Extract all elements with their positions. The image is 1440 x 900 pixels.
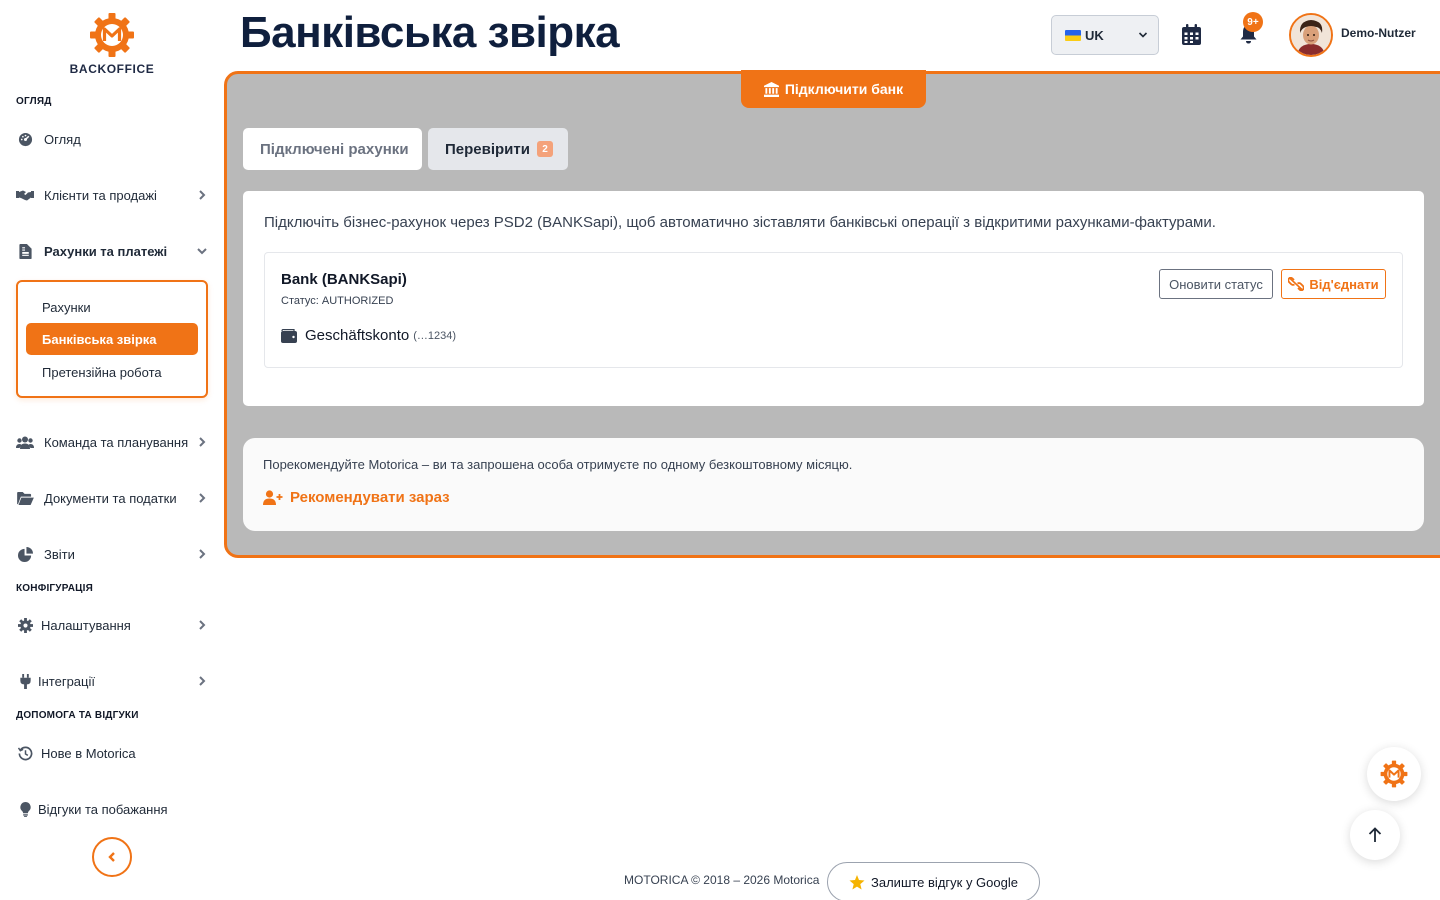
motorica-logo-icon [1380, 760, 1408, 788]
wallet-icon [281, 328, 297, 343]
notifications-badge: 9+ [1243, 12, 1263, 32]
chevron-right-icon [196, 436, 208, 448]
sidebar-item-clients-sales[interactable]: Клієнти та продажі [16, 181, 208, 209]
referral-link-label: Рекомендувати зараз [290, 489, 450, 506]
sidebar-item-label: Документи та податки [44, 490, 177, 506]
bank-connection-box: Bank (BANKSapi) Статус: AUTHORIZED Gesch… [264, 252, 1403, 368]
motorica-logo-icon [90, 13, 134, 57]
lightbulb-icon [16, 800, 34, 818]
sidebar-item-label: Інтеграції [38, 673, 95, 689]
connect-bank-button[interactable]: Підключити банк [741, 70, 926, 108]
history-icon [16, 744, 34, 762]
connection-description: Підключіть бізнес-рахунок через PSD2 (BA… [264, 214, 1216, 231]
chart-pie-icon [16, 545, 34, 563]
sidebar-item-label: Клієнти та продажі [44, 187, 157, 203]
chevron-right-icon [196, 189, 208, 201]
review-count-badge: 2 [536, 141, 553, 157]
brand-name: BACKOFFICE [69, 62, 155, 76]
user-avatar-icon [1291, 15, 1331, 55]
connection-card: Підключіть бізнес-рахунок через PSD2 (BA… [243, 191, 1424, 406]
refresh-status-button[interactable]: Оновити статус [1159, 269, 1273, 299]
sidebar-item-overview[interactable]: Огляд [16, 125, 208, 153]
gear-icon [16, 616, 34, 634]
scroll-to-top-button[interactable] [1350, 810, 1400, 860]
sidebar-item-label: Нове в Motorica [41, 745, 136, 761]
chevron-down-icon [1138, 32, 1148, 38]
referral-card: Порекомендуйте Motorica – ви та запрошен… [243, 438, 1424, 531]
sidebar-item-label: Огляд [44, 131, 81, 147]
tab-review[interactable]: Перевірити 2 [428, 128, 568, 170]
referral-link[interactable]: Рекомендувати зараз [263, 489, 450, 506]
user-name[interactable]: Demo-Nutzer [1341, 26, 1416, 40]
google-review-button[interactable]: Залиште відгук у Google [827, 862, 1040, 900]
bank-account-row: Geschäftskonto (…1234) [281, 327, 456, 344]
calendar-button[interactable] [1179, 22, 1203, 46]
sidebar-item-documents-taxes[interactable]: Документи та податки [16, 484, 208, 512]
user-plus-icon [263, 490, 283, 505]
tab-label: Підключені рахунки [260, 140, 409, 158]
handshake-icon [16, 186, 34, 204]
sidebar-item-label: Рахунки та платежі [44, 243, 168, 259]
folder-open-icon [16, 489, 34, 507]
page-title: Банківська звірка [240, 8, 620, 57]
invoice-icon [16, 242, 34, 260]
chevron-right-icon [196, 675, 208, 687]
sidebar-collapse-button[interactable] [92, 837, 132, 877]
unlink-icon [1288, 277, 1305, 291]
sidebar-item-whats-new[interactable]: Нове в Motorica [16, 739, 208, 767]
gauge-icon [16, 130, 34, 148]
google-review-label: Залиште відгук у Google [871, 874, 1018, 890]
submenu-item-invoices[interactable]: Рахунки [26, 291, 198, 323]
sidebar-item-label: Відгуки та побажання [38, 801, 168, 817]
connect-bank-label: Підключити банк [784, 81, 904, 97]
users-icon [16, 433, 34, 451]
section-title-help-feedback: ДОПОМОГА ТА ВІДГУКИ [16, 710, 139, 721]
sidebar-item-label: Команда та планування [44, 434, 189, 450]
sidebar-item-integrations[interactable]: Інтеграції [16, 667, 208, 695]
sidebar: BACKOFFICE ОГЛЯД Огляд Клієнти та продаж… [0, 0, 224, 900]
language-value: UK [1085, 27, 1104, 43]
star-icon [849, 874, 865, 889]
chevron-down-icon [196, 245, 208, 257]
sidebar-item-feedback[interactable]: Відгуки та побажання [16, 795, 208, 823]
footer-copyright: MOTORICA © 2018 – 2026 Motorica [624, 873, 820, 887]
avatar[interactable] [1289, 13, 1333, 57]
account-iban: (…1234) [413, 329, 457, 342]
section-title-configuration: КОНФІГУРАЦІЯ [16, 583, 93, 594]
sidebar-item-reports[interactable]: Звіти [16, 540, 208, 568]
brand-logo[interactable]: BACKOFFICE [0, 12, 224, 76]
chevron-right-icon [196, 548, 208, 560]
account-name: Geschäftskonto [305, 327, 410, 344]
language-select[interactable]: UK [1051, 15, 1159, 55]
disconnect-label: Від'єднати [1309, 276, 1379, 292]
disconnect-button[interactable]: Від'єднати [1281, 269, 1386, 299]
sidebar-item-label: Звіти [44, 546, 75, 562]
submenu-item-bank-reconciliation[interactable]: Банківська звірка [26, 323, 198, 355]
bank-status: Статус: AUTHORIZED [281, 295, 394, 307]
sidebar-item-settings[interactable]: Налаштування [16, 611, 208, 639]
sidebar-item-invoices-payments[interactable]: Рахунки та платежі [16, 237, 208, 265]
bank-icon [763, 81, 779, 97]
tab-connected-accounts[interactable]: Підключені рахунки [243, 128, 422, 170]
plug-icon [16, 672, 34, 690]
sidebar-item-label: Налаштування [41, 617, 131, 633]
chevron-right-icon [196, 619, 208, 631]
referral-text: Порекомендуйте Motorica – ви та запрошен… [263, 457, 853, 472]
chevron-right-icon [196, 492, 208, 504]
calendar-icon [1181, 23, 1201, 45]
submenu-item-dunning[interactable]: Претензійна робота [26, 356, 198, 388]
tab-label: Перевірити [445, 140, 530, 158]
section-title-overview: ОГЛЯД [16, 96, 52, 107]
bank-name: Bank (BANKSapi) [281, 271, 407, 288]
chevron-left-icon [108, 852, 115, 862]
submenu-invoices-payments: Рахунки Банківська звірка Претензійна ро… [16, 280, 208, 398]
ukraine-flag-icon [1065, 29, 1081, 41]
sidebar-item-team-planning[interactable]: Команда та планування [16, 428, 208, 456]
assistant-button[interactable] [1367, 747, 1421, 801]
arrow-up-icon [1368, 827, 1382, 842]
